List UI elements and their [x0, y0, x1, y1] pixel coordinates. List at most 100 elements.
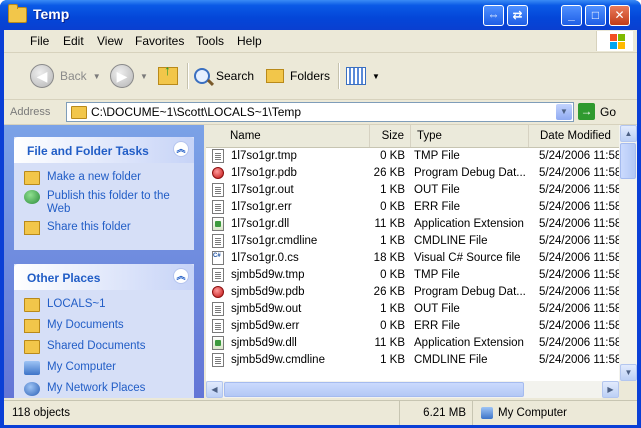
collapse-icon[interactable]: ︽ — [173, 268, 189, 284]
place-locals[interactable]: LOCALS~1 — [24, 298, 184, 312]
address-field[interactable]: C:\DOCUME~1\Scott\LOCALS~1\Temp ▼ — [66, 102, 574, 122]
collapse-icon[interactable]: ︽ — [173, 141, 189, 157]
status-size: 6.21 MB — [400, 401, 473, 425]
back-button[interactable]: ◀ Back ▼ — [30, 61, 101, 91]
menu-file[interactable]: File — [30, 34, 49, 48]
views-dropdown-icon[interactable]: ▼ — [372, 72, 380, 81]
address-label: Address — [10, 106, 51, 118]
title-bar[interactable]: Temp ⇔ ⇄ _ □ ✕ — [0, 0, 641, 30]
horizontal-scrollbar[interactable]: ◀ ▶ — [206, 381, 619, 398]
forward-dropdown-icon[interactable]: ▼ — [140, 72, 148, 81]
file-row[interactable]: sjmb5d9w.tmp 0 KB TMP File 5/24/2006 11:58 — [206, 267, 619, 284]
file-row[interactable]: 1l7so1gr.pdb 26 KB Program Debug Dat... 5/2… — [206, 165, 619, 182]
publish-web-icon — [24, 190, 40, 204]
address-dropdown-icon[interactable]: ▼ — [556, 104, 572, 120]
file-date: 5/24/2006 11:58 — [539, 320, 619, 332]
file-name: 1l7so1gr.err — [231, 201, 292, 213]
toolbar: ◀ Back ▼ ▶ ▼ ↑ Search Folders ▼ — [4, 53, 637, 100]
file-name: 1l7so1gr.cmdline — [231, 235, 318, 247]
views-icon — [346, 67, 366, 85]
scroll-up-icon[interactable]: ▲ — [620, 125, 637, 142]
place-my-computer[interactable]: My Computer — [24, 361, 184, 375]
column-name[interactable]: Name — [206, 125, 370, 147]
file-name: 1l7so1gr.tmp — [231, 150, 297, 162]
up-folder-button[interactable]: ↑ — [158, 61, 178, 91]
file-row[interactable]: sjmb5d9w.dll 11 KB Application Extension 5/… — [206, 335, 619, 352]
task-publish-folder[interactable]: Publish this folder to the Web — [24, 190, 184, 216]
file-row[interactable]: 1l7so1gr.tmp 0 KB TMP File 5/24/2006 11:58 — [206, 148, 619, 165]
file-size: 11 KB — [374, 337, 405, 349]
menu-tools[interactable]: Tools — [196, 34, 224, 48]
file-name: sjmb5d9w.cmdline — [231, 354, 325, 366]
file-row[interactable]: sjmb5d9w.out 1 KB OUT File 5/24/2006 11:58 — [206, 301, 619, 318]
file-row[interactable]: 1l7so1gr.dll 11 KB Application Extension 5/… — [206, 216, 619, 233]
file-date: 5/24/2006 11:58 — [539, 218, 619, 230]
file-row[interactable]: 1l7so1gr.cmdline 1 KB CMDLINE File 5/24/200… — [206, 233, 619, 250]
panel-title: File and Folder Tasks — [27, 144, 149, 158]
file-icon — [212, 217, 224, 231]
back-dropdown-icon[interactable]: ▼ — [93, 72, 101, 81]
file-row[interactable]: 1l7so1gr.out 1 KB OUT File 5/24/2006 11:58 — [206, 182, 619, 199]
file-row[interactable]: 1l7so1gr.0.cs 18 KB Visual C# Source file 5… — [206, 250, 619, 267]
place-shared-documents[interactable]: Shared Documents — [24, 340, 184, 354]
column-type[interactable]: Type — [411, 125, 529, 147]
file-date: 5/24/2006 11:58 — [539, 184, 619, 196]
address-bar: Address C:\DOCUME~1\Scott\LOCALS~1\Temp … — [4, 100, 637, 125]
place-my-documents[interactable]: My Documents — [24, 319, 184, 333]
column-size[interactable]: Size — [370, 125, 411, 147]
address-path: C:\DOCUME~1\Scott\LOCALS~1\Temp — [91, 105, 302, 119]
file-icon — [212, 302, 224, 316]
task-share-folder[interactable]: Share this folder — [24, 221, 184, 235]
place-my-network-places[interactable]: My Network Places — [24, 382, 184, 396]
file-name: 1l7so1gr.out — [231, 184, 294, 196]
file-date: 5/24/2006 11:58 — [539, 269, 619, 281]
maximize-button[interactable]: □ — [585, 5, 606, 26]
panel-header[interactable]: Other Places ︽ — [14, 264, 194, 290]
file-type: TMP File — [414, 269, 460, 281]
views-button[interactable]: ▼ — [346, 61, 380, 91]
file-name: 1l7so1gr.dll — [231, 218, 290, 230]
menu-view[interactable]: View — [97, 34, 123, 48]
my-computer-icon — [481, 406, 493, 419]
windows-logo-icon — [596, 31, 633, 51]
file-row[interactable]: sjmb5d9w.cmdline 1 KB CMDLINE File 5/24/200… — [206, 352, 619, 369]
explorer-window: Temp ⇔ ⇄ _ □ ✕ File Edit View Favorites … — [0, 0, 641, 428]
status-object-count: 118 objects — [4, 401, 400, 425]
menu-help[interactable]: Help — [237, 34, 262, 48]
search-icon — [194, 68, 215, 87]
other-places-panel: Other Places ︽ LOCALS~1 My Documents Sha… — [14, 264, 194, 398]
file-row[interactable]: 1l7so1gr.err 0 KB ERR File 5/24/2006 11:58 — [206, 199, 619, 216]
task-make-new-folder[interactable]: Make a new folder — [24, 171, 184, 185]
file-icon — [212, 268, 224, 282]
go-button[interactable]: → Go — [578, 103, 616, 120]
menu-favorites[interactable]: Favorites — [135, 34, 184, 48]
minimize-button[interactable]: _ — [561, 5, 582, 26]
scroll-down-icon[interactable]: ▼ — [620, 364, 637, 381]
search-button[interactable]: Search — [194, 61, 254, 91]
file-size: 1 KB — [380, 184, 405, 196]
file-folder-tasks-panel: File and Folder Tasks ︽ Make a new folde… — [14, 137, 194, 250]
file-size: 0 KB — [380, 201, 405, 213]
close-button[interactable]: ✕ — [609, 5, 630, 26]
menu-edit[interactable]: Edit — [63, 34, 84, 48]
file-type: ERR File — [414, 320, 461, 332]
file-name: sjmb5d9w.out — [231, 303, 302, 315]
forward-button[interactable]: ▶ ▼ — [110, 61, 148, 91]
column-date-modified[interactable]: Date Modified — [529, 125, 619, 147]
file-type: Visual C# Source file — [414, 252, 521, 264]
folders-button[interactable]: Folders — [266, 61, 330, 91]
swap-button[interactable]: ⇄ — [507, 5, 528, 26]
scroll-left-icon[interactable]: ◀ — [206, 381, 223, 398]
scroll-right-icon[interactable]: ▶ — [602, 381, 619, 398]
file-icon — [212, 149, 224, 163]
file-date: 5/24/2006 11:58 — [539, 286, 619, 298]
file-row[interactable]: sjmb5d9w.pdb 26 KB Program Debug Dat... 5/2… — [206, 284, 619, 301]
scroll-thumb[interactable] — [224, 382, 524, 397]
place-label: My Network Places — [47, 382, 146, 394]
panel-header[interactable]: File and Folder Tasks ︽ — [14, 137, 194, 163]
restore-alt-button[interactable]: ⇔ — [483, 5, 504, 26]
file-type: Program Debug Dat... — [414, 286, 526, 298]
file-row[interactable]: sjmb5d9w.err 0 KB ERR File 5/24/2006 11:58 — [206, 318, 619, 335]
scroll-thumb[interactable] — [620, 143, 636, 179]
vertical-scrollbar[interactable]: ▲ ▼ — [619, 125, 637, 381]
